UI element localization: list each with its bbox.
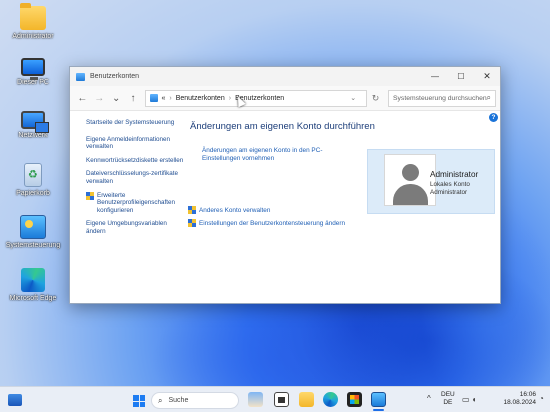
control-panel-taskbar-icon[interactable]: [371, 392, 386, 407]
recent-locations-button[interactable]: ⌄: [108, 89, 125, 107]
search-highlight-icon[interactable]: [248, 392, 263, 407]
taskbar-search[interactable]: ⌕ Suche: [151, 392, 239, 409]
control-panel-icon: [76, 72, 85, 81]
avatar: [384, 154, 436, 206]
folder-icon: [20, 3, 46, 30]
volume-icon: ◖: [471, 395, 479, 404]
taskbar: ⌕ Suche ^ DEU DE ▭◖ 16:06 18.08.2024 ◔: [0, 386, 550, 412]
edge-icon: [21, 268, 45, 292]
desktop-icon-this-pc[interactable]: Dieser PC: [4, 58, 62, 87]
task-link-password-reset-disk[interactable]: Kennwortrücksetzdiskette erstellen: [86, 157, 186, 165]
window-title: Benutzerkonten: [90, 73, 140, 80]
desktop-icon-label: Systemsteuerung: [5, 242, 61, 249]
task-pane: Startseite der Systemsteuerung Eigene An…: [86, 119, 186, 242]
task-link-profile-properties[interactable]: Erweiterte Benutzerprofileigenschaften k…: [86, 191, 186, 215]
search-input[interactable]: Systemsteuerung durchsuchen ⌕: [388, 89, 496, 107]
computer-icon: [21, 58, 45, 80]
user-icon: [402, 164, 419, 181]
desktop-icon-label: Papierkorb: [16, 190, 50, 197]
weather-widget-icon: [8, 393, 22, 406]
pc-settings-link[interactable]: Änderungen am eigenen Konto in den PC-Ei…: [202, 147, 330, 163]
task-link-encryption-certificates[interactable]: Dateiverschlüsselungs-zertifikate verwal…: [86, 170, 186, 185]
search-icon[interactable]: ⌕: [487, 93, 491, 103]
task-view-icon[interactable]: [274, 392, 289, 407]
address-bar[interactable]: « › Benutzerkonten › Benutzerkonten ⌄: [145, 89, 368, 107]
recycle-bin-icon: [24, 163, 42, 187]
control-panel-icon: [20, 215, 46, 239]
desktop-icon-label: Microsoft Edge: [9, 295, 57, 302]
start-button[interactable]: [133, 395, 145, 407]
user-accounts-window: Benutzerkonten — ☐ ✕ ← → ⌄ ↑ « › Benutze…: [69, 66, 501, 304]
search-placeholder: Systemsteuerung durchsuchen: [393, 94, 487, 102]
system-tray-icons[interactable]: ▭◖: [462, 395, 478, 404]
account-name: Administrator: [430, 170, 479, 179]
close-button[interactable]: ✕: [474, 67, 500, 86]
control-panel-home-link[interactable]: Startseite der Systemsteuerung: [86, 119, 186, 127]
network-icon: [21, 111, 49, 133]
desktop-icon-label: Netzwerk: [18, 132, 48, 139]
account-tasks: Anderes Konto verwalten Einstellungen de…: [188, 206, 345, 232]
notification-icon[interactable]: ◔: [539, 394, 544, 403]
clock[interactable]: 16:06 18.08.2024: [496, 391, 536, 407]
desktop-icon-edge[interactable]: Microsoft Edge: [4, 268, 62, 303]
tray-overflow-icon[interactable]: ^: [427, 394, 431, 403]
network-icon: ▭: [462, 395, 472, 404]
desktop-icon-control-panel[interactable]: Systemsteuerung: [4, 215, 62, 250]
uac-shield-icon: [86, 191, 94, 200]
task-link-credentials[interactable]: Eigene Anmeldeinformationen verwalten: [86, 136, 186, 151]
edge-icon[interactable]: [323, 392, 338, 407]
uac-settings-link[interactable]: Einstellungen der Benutzerkontensteuerun…: [188, 219, 345, 227]
desktop-icon-network[interactable]: Netzwerk: [4, 111, 62, 140]
input-language[interactable]: DEU DE: [441, 391, 455, 407]
up-button[interactable]: ↑: [125, 89, 142, 107]
date: 18.08.2024: [503, 399, 536, 406]
title-bar[interactable]: Benutzerkonten — ☐ ✕: [70, 67, 500, 86]
page-title: Änderungen am eigenen Konto durchführen: [190, 121, 375, 132]
file-explorer-icon[interactable]: [299, 392, 314, 407]
time: 16:06: [519, 391, 536, 398]
desktop-icon-label: Administrator: [12, 33, 54, 40]
store-icon[interactable]: [347, 392, 362, 407]
breadcrumb-item[interactable]: Benutzerkonten: [176, 95, 225, 102]
content-area: ? Startseite der Systemsteuerung Eigene …: [70, 111, 500, 303]
minimize-button[interactable]: —: [422, 67, 448, 86]
breadcrumb-separator: ›: [169, 94, 172, 102]
chevron-down-icon[interactable]: ⌄: [350, 94, 356, 102]
navigation-bar: ← → ⌄ ↑ « › Benutzerkonten › Benutzerkon…: [70, 86, 500, 111]
active-app-indicator: [373, 409, 384, 411]
breadcrumb-separator[interactable]: ›: [229, 95, 231, 102]
search-icon: ⌕: [158, 395, 163, 405]
account-card: Administrator Lokales Konto Administrato…: [367, 149, 495, 214]
maximize-button[interactable]: ☐: [448, 67, 474, 86]
taskbar-search-label: Suche: [168, 397, 189, 404]
widgets-button[interactable]: [0, 387, 30, 412]
account-type: Lokales Konto: [430, 181, 470, 188]
task-link-environment-variables[interactable]: Eigene Umgebungsvariablen ändern: [86, 220, 186, 235]
desktop-icon-label: Dieser PC: [17, 79, 49, 86]
control-panel-icon: [150, 94, 159, 102]
uac-shield-icon: [188, 219, 196, 227]
refresh-button[interactable]: ↻: [367, 93, 384, 104]
back-button[interactable]: ←: [74, 89, 91, 107]
desktop-icon-administrator[interactable]: Administrator: [4, 3, 62, 41]
account-role: Administrator: [430, 189, 468, 196]
help-button[interactable]: ?: [489, 113, 498, 122]
manage-other-account-link[interactable]: Anderes Konto verwalten: [188, 206, 345, 214]
breadcrumb-overflow[interactable]: «: [161, 95, 165, 102]
desktop-icon-recycle-bin[interactable]: Papierkorb: [4, 163, 62, 198]
forward-button[interactable]: →: [91, 89, 108, 107]
uac-shield-icon: [188, 206, 196, 214]
